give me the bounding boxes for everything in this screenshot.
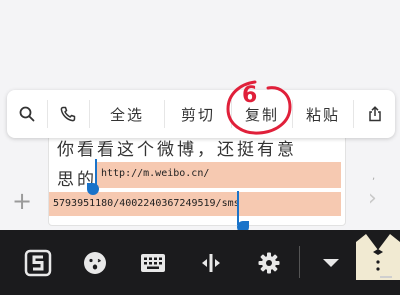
cursor-move-button[interactable] xyxy=(182,230,240,295)
edge-mark: , xyxy=(372,171,376,182)
collapse-icon xyxy=(323,258,339,267)
chat-area: + , › 你看看这个微博，还挺有意 思的 http://m.weibo.cn/… xyxy=(0,0,400,233)
cut-button[interactable]: 剪切 xyxy=(165,90,231,138)
emoji-button[interactable] xyxy=(66,230,124,295)
settings-button[interactable] xyxy=(240,230,298,295)
text-context-menu: 全选 剪切 复制 粘贴 xyxy=(7,90,395,138)
cursor-move-icon xyxy=(202,253,220,272)
minimize-icon[interactable] xyxy=(380,276,392,278)
message-input-bubble[interactable]: 你看看这个微博，还挺有意 思的 http://m.weibo.cn/ 57939… xyxy=(48,130,346,233)
paste-button[interactable]: 粘贴 xyxy=(293,90,353,138)
search-button[interactable] xyxy=(7,90,47,138)
sogou-logo-icon xyxy=(24,249,52,276)
chevron-right-icon[interactable]: › xyxy=(368,188,377,210)
share-button[interactable] xyxy=(354,90,395,138)
search-icon xyxy=(19,106,35,122)
selected-url-text: http://m.weibo.cn/ xyxy=(101,168,210,179)
add-attachment-button[interactable]: + xyxy=(12,189,32,213)
selection-start-handle[interactable] xyxy=(87,159,99,199)
copy-button[interactable]: 复制 xyxy=(232,90,292,138)
keyboard-icon xyxy=(141,253,165,272)
select-all-button[interactable]: 全选 xyxy=(90,90,164,138)
keyboard-switch-button[interactable] xyxy=(124,230,182,295)
sogou-logo-button[interactable] xyxy=(10,230,66,295)
phone-icon xyxy=(60,106,76,122)
message-text-line: 你看看这个微博，还挺有意 xyxy=(57,140,297,160)
settings-gear-icon xyxy=(258,252,280,273)
share-icon xyxy=(368,106,381,122)
keyboard-toolbar xyxy=(0,230,400,295)
toolbar-divider xyxy=(299,246,300,278)
call-button[interactable] xyxy=(48,90,88,138)
mascot-icon xyxy=(356,234,400,280)
selected-url-text: 5793951180/4002240367249519/sms xyxy=(53,198,240,209)
collapse-keyboard-button[interactable] xyxy=(306,230,356,295)
emoji-icon xyxy=(84,251,106,274)
